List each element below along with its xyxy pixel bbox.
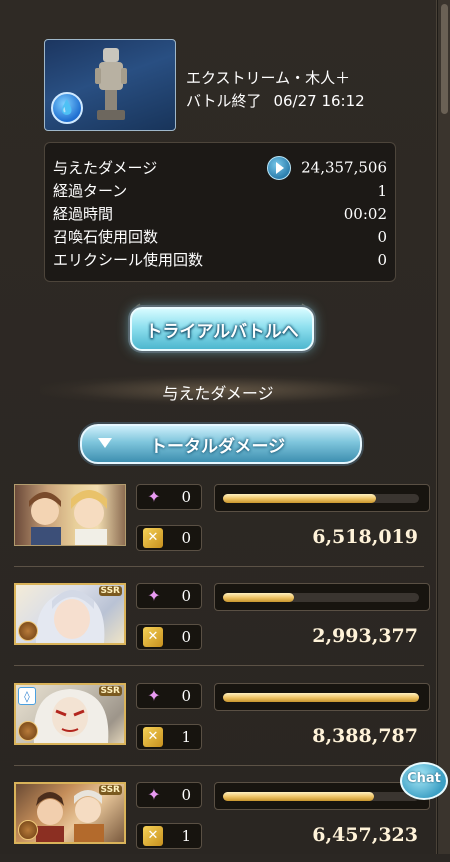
summary-elixir-value: 0 (377, 250, 387, 269)
row-divider (14, 665, 424, 666)
character-damage: 8,388,787 (312, 725, 418, 747)
summary-turns-value: 1 (377, 181, 387, 200)
scrollbar-thumb[interactable] (441, 4, 448, 114)
level-badge-icon (18, 621, 38, 641)
battle-status: バトル終了 (186, 92, 262, 110)
skill-count: 0 (181, 786, 191, 804)
character-portrait[interactable]: SSR (14, 583, 126, 645)
summary-time-label: 経過時間 (53, 205, 114, 223)
total-damage-select[interactable]: トータルダメージ (80, 424, 362, 464)
ougi-count: 0 (181, 628, 191, 646)
summary-summon-row: 召喚石使用回数 0 (53, 225, 387, 248)
total-damage-select-label: トータルダメージ (150, 437, 286, 457)
damage-share-track (223, 494, 419, 503)
ougi-count-box: ✕ 0 (136, 525, 202, 551)
scrollbar[interactable] (437, 0, 450, 854)
ougi-count: 0 (181, 529, 191, 547)
character-row: SSR ✦ 0 ✕ 1 6,457,323 (14, 782, 430, 862)
summary-summon-label: 召喚石使用回数 (53, 228, 159, 246)
damage-share-track (223, 792, 419, 801)
water-element-icon: ◊ (18, 687, 36, 705)
charge-attack-icon: ✕ (143, 826, 163, 846)
summary-elixir-label: エリクシール使用回数 (53, 251, 204, 269)
damage-share-bar (214, 683, 430, 711)
character-damage: 6,518,019 (312, 526, 418, 548)
summary-summon-value: 0 (377, 227, 387, 246)
ougi-count: 1 (181, 827, 191, 845)
skill-count: 0 (181, 587, 191, 605)
sparkle-icon: ✦ (147, 586, 161, 605)
damage-share-fill (223, 792, 374, 801)
skill-count: 0 (181, 687, 191, 705)
battle-summary: 与えたダメージ 24,357,506 経過ターン 1 経過時間 00:02 召喚… (44, 142, 396, 282)
summary-damage-value: 24,357,506 (301, 158, 387, 176)
level-badge-icon (18, 820, 38, 840)
sparkle-icon: ✦ (147, 686, 161, 705)
play-icon[interactable] (267, 155, 292, 180)
character-damage: 2,993,377 (312, 625, 418, 647)
chevron-down-icon (98, 438, 112, 448)
summary-elixir-row: エリクシール使用回数 0 (53, 248, 387, 271)
damage-share-bar (214, 484, 430, 512)
summary-turns-row: 経過ターン 1 (53, 179, 387, 202)
skill-count-box: ✦ 0 (136, 583, 202, 609)
ssr-badge: SSR (98, 686, 122, 696)
damage-share-fill (223, 494, 376, 503)
ougi-count-box: ✕ 0 (136, 624, 202, 650)
trial-battle-button[interactable]: トライアルバトルへ (130, 307, 314, 351)
ssr-badge: SSR (98, 785, 122, 795)
row-divider (14, 566, 424, 567)
damage-share-bar (214, 782, 430, 810)
summary-time-row: 経過時間 00:02 (53, 202, 387, 225)
summary-damage-label: 与えたダメージ (53, 159, 158, 177)
summary-damage-row: 与えたダメージ 24,357,506 (53, 155, 387, 180)
ougi-count: 1 (181, 728, 191, 746)
quest-title: エクストリーム・木人＋ (186, 69, 351, 87)
character-portrait[interactable] (14, 484, 126, 546)
character-portrait[interactable]: SSR (14, 782, 126, 844)
character-row: SSR ✦ 0 ✕ 0 2,993,377 (14, 583, 430, 663)
charge-attack-icon: ✕ (143, 727, 163, 747)
summary-turns-label: 経過ターン (53, 182, 128, 200)
charge-attack-icon: ✕ (143, 528, 163, 548)
level-badge-icon (18, 721, 38, 741)
quest-thumbnail: 💧 (44, 39, 176, 131)
skill-count-box: ✦ 0 (136, 782, 202, 808)
damage-share-fill (223, 693, 419, 702)
training-dummy-image (95, 48, 127, 120)
skill-count-box: ✦ 0 (136, 683, 202, 709)
main-character-portrait-image (29, 490, 107, 545)
battle-datetime: 06/27 16:12 (273, 92, 365, 110)
character-row: ◊ SSR ✦ 0 ✕ 1 8,388,787 (14, 683, 430, 763)
chat-button[interactable]: Chat (400, 762, 448, 800)
damage-share-track (223, 693, 419, 702)
skill-count: 0 (181, 488, 191, 506)
ougi-count-box: ✕ 1 (136, 724, 202, 750)
damage-share-track (223, 593, 419, 602)
damage-section-title: 与えたダメージ (162, 384, 274, 403)
damage-share-fill (223, 593, 294, 602)
row-divider (14, 765, 424, 766)
skill-count-box: ✦ 0 (136, 484, 202, 510)
charge-attack-icon: ✕ (143, 627, 163, 647)
water-element-icon: 💧 (51, 92, 83, 124)
character-portrait[interactable]: ◊ SSR (14, 683, 126, 745)
quest-status: バトル終了 06/27 16:12 (186, 90, 365, 111)
character-damage: 6,457,323 (312, 824, 418, 846)
ssr-badge: SSR (98, 586, 122, 596)
damage-share-bar (214, 583, 430, 611)
summary-time-value: 00:02 (343, 204, 387, 223)
ougi-count-box: ✕ 1 (136, 823, 202, 849)
sparkle-icon: ✦ (147, 487, 161, 506)
sparkle-icon: ✦ (147, 785, 161, 804)
character-row: ✦ 0 ✕ 0 6,518,019 (14, 484, 430, 564)
